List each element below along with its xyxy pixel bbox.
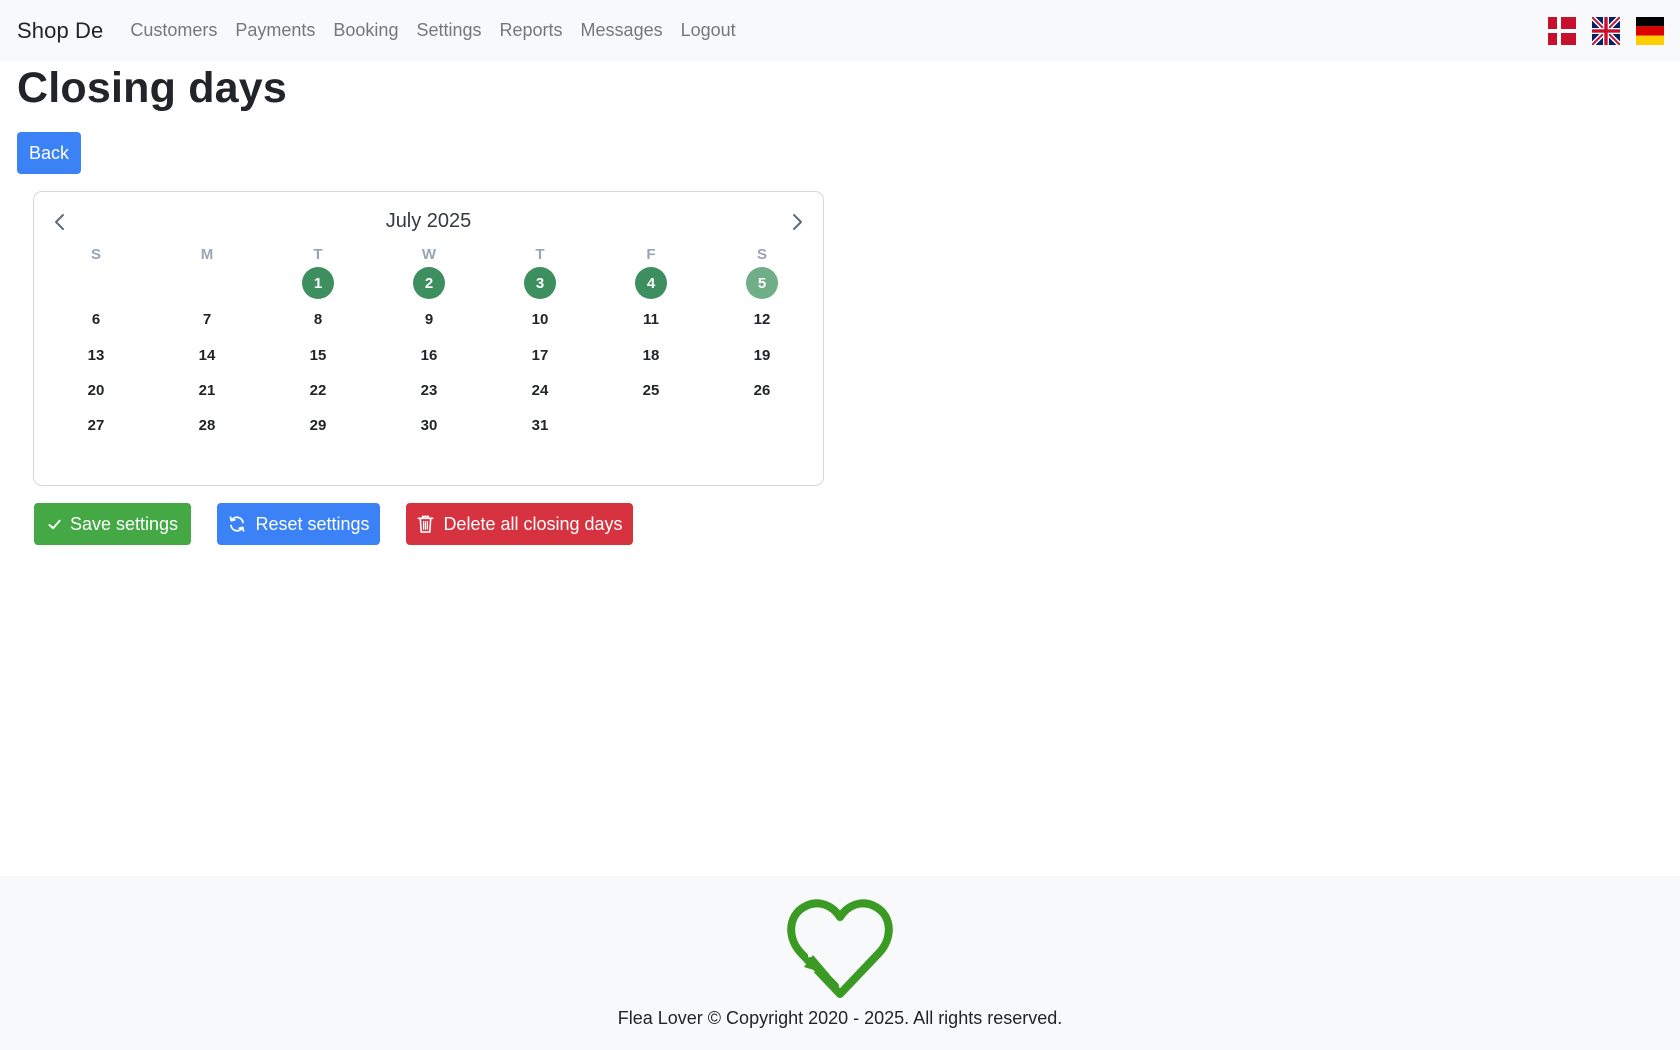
- calendar-day-23[interactable]: 23: [413, 374, 445, 406]
- recycle-heart-icon: [780, 891, 900, 1001]
- check-icon: [47, 517, 62, 532]
- calendar-day-18[interactable]: 18: [635, 339, 667, 371]
- calendar-day-26[interactable]: 26: [746, 374, 778, 406]
- nav-links: Customers Payments Booking Settings Repo…: [121, 20, 744, 41]
- nav-link-logout[interactable]: Logout: [672, 20, 745, 41]
- delete-all-closing-days-button[interactable]: Delete all closing days: [406, 503, 633, 545]
- calendar-day-10[interactable]: 10: [524, 303, 556, 335]
- calendar-day-22[interactable]: 22: [302, 374, 334, 406]
- nav-link-booking[interactable]: Booking: [324, 20, 407, 41]
- brand-link[interactable]: Shop De: [17, 18, 103, 44]
- calendar-day-28[interactable]: 28: [191, 409, 223, 441]
- calendar-day-11[interactable]: 11: [635, 303, 667, 335]
- nav-link-settings[interactable]: Settings: [407, 20, 490, 41]
- nav-link-reports[interactable]: Reports: [491, 20, 572, 41]
- delete-all-label: Delete all closing days: [443, 513, 623, 534]
- german-flag-icon[interactable]: [1636, 17, 1664, 45]
- nav-link-customers[interactable]: Customers: [121, 20, 226, 41]
- danish-flag-icon[interactable]: [1548, 17, 1576, 45]
- calendar-day-2[interactable]: 2: [413, 267, 445, 299]
- calendar-day-16[interactable]: 16: [413, 339, 445, 371]
- calendar-day-9[interactable]: 9: [413, 303, 445, 335]
- calendar-day-15[interactable]: 15: [302, 339, 334, 371]
- calendar-day-20[interactable]: 20: [80, 374, 112, 406]
- calendar-day-19[interactable]: 19: [746, 339, 778, 371]
- save-settings-button[interactable]: Save settings: [34, 503, 191, 545]
- top-navbar: Shop De Customers Payments Booking Setti…: [0, 0, 1680, 61]
- reset-settings-button[interactable]: Reset settings: [217, 503, 380, 545]
- calendar-day-7[interactable]: 7: [191, 303, 223, 335]
- uk-flag-icon[interactable]: [1592, 17, 1620, 45]
- language-switcher: [1548, 17, 1664, 45]
- calendar-day-13[interactable]: 13: [80, 339, 112, 371]
- calendar-day-14[interactable]: 14: [191, 339, 223, 371]
- page-title: Closing days: [17, 64, 288, 112]
- calendar-day-29[interactable]: 29: [302, 409, 334, 441]
- back-button[interactable]: Back: [17, 132, 81, 174]
- calendar-day-31[interactable]: 31: [524, 409, 556, 441]
- save-settings-label: Save settings: [69, 513, 179, 534]
- calendar-day-1[interactable]: 1: [302, 267, 334, 299]
- refresh-icon: [227, 514, 247, 534]
- calendar-day-25[interactable]: 25: [635, 374, 667, 406]
- calendar-day-5[interactable]: 5: [746, 267, 778, 299]
- nav-link-payments[interactable]: Payments: [226, 20, 324, 41]
- trash-icon: [416, 513, 435, 535]
- calendar-day-6[interactable]: 6: [80, 303, 112, 335]
- calendar-day-24[interactable]: 24: [524, 374, 556, 406]
- copyright-text: Flea Lover © Copyright 2020 - 2025. All …: [617, 1008, 1063, 1028]
- calendar-day-21[interactable]: 21: [191, 374, 223, 406]
- calendar-day-4[interactable]: 4: [635, 267, 667, 299]
- nav-link-messages[interactable]: Messages: [572, 20, 672, 41]
- footer: Flea Lover © Copyright 2020 - 2025. All …: [0, 876, 1680, 1050]
- calendar-day-17[interactable]: 17: [524, 339, 556, 371]
- calendar-days-grid: 1 2 3 4 5 6 7 8 9 10 11 12 13 14 15 16 17 18 19 20 21 22 23 24 2…: [34, 192, 823, 485]
- reset-settings-label: Reset settings: [255, 513, 370, 534]
- closing-days-calendar: July 2025 S M T W T F S 1 2 3 4 5 6 7 8 9 10 11 12 1…: [33, 191, 824, 486]
- calendar-day-27[interactable]: 27: [80, 409, 112, 441]
- calendar-day-3[interactable]: 3: [524, 267, 556, 299]
- calendar-day-12[interactable]: 12: [746, 303, 778, 335]
- calendar-day-8[interactable]: 8: [302, 303, 334, 335]
- calendar-day-30[interactable]: 30: [413, 409, 445, 441]
